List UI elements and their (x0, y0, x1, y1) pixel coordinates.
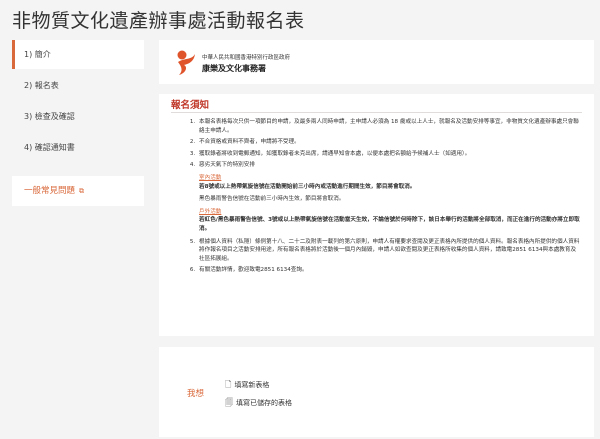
logo-department-text: 康樂及文化事務署 (202, 64, 266, 73)
divider (171, 112, 582, 113)
indoor-text-2: 黑色暴雨警告信號在活動前三小時內生效，節目將會取消。 (199, 196, 345, 203)
faq-label: 一般常見問題 (24, 186, 76, 196)
new-form-label: 填寫新表格 (234, 381, 270, 389)
list-item: 獲取錄者將收到電郵通知，如獲取錄者未克出席，請通早知會本處，以便本處把名額給予候… (197, 150, 580, 159)
outdoor-title: 戶外活動 (199, 208, 222, 215)
saved-form-label: 填寫已儲存的表格 (236, 399, 292, 407)
registration-notes: 報名須知 本報名表格每次只供一項節目的申請，及最多兩人同時申請，主申請人必須為 … (159, 94, 594, 336)
steps-sidebar: 1) 簡介 2) 報名表 3) 檢查及確認 4) 確認通知書 一般常見問題 ⧉ (12, 40, 144, 206)
notes-list: 本報名表格每次只供一項節目的申請，及最多兩人同時申請，主申請人必須為 18 歲或… (187, 118, 580, 278)
page-title: 非物質文化遺產辦事處活動報名表 (12, 10, 305, 32)
main-content: 中華人民共和國香港特別行政區政府 康樂及文化事務署 報名須知 本報名表格每次只供… (159, 40, 594, 437)
outdoor-text: 若紅色/黑色暴雨警告信號、3號或以上熱帶氣旋信號在活動當天生效，不論信號於何時除… (199, 217, 580, 232)
weather-heading: 惡劣天氣下的特別安排 (199, 162, 255, 169)
step-intro[interactable]: 1) 簡介 (12, 40, 144, 69)
notes-heading: 報名須知 (171, 100, 210, 111)
header-logo: 中華人民共和國香港特別行政區政府 康樂及文化事務署 (159, 40, 594, 84)
list-item: 有關活動詳情，歡迎致電2851 6134查詢。 (197, 266, 580, 275)
lcsd-logo-icon (177, 50, 195, 75)
step-confirmation-notice[interactable]: 4) 確認通知書 (12, 133, 144, 162)
indoor-text: 若8號或以上熱帶氣旋信號在活動開始前三小時內或活動進行期間生效，節目將會取消。 (199, 183, 416, 190)
saved-document-icon: 🗐 (225, 398, 233, 407)
action-panel: 我想 🗋 填寫新表格 🗐 填寫已儲存的表格 (159, 347, 594, 437)
new-form-link[interactable]: 🗋 填寫新表格 (225, 379, 269, 393)
list-item: 本報名表格每次只供一項節目的申請，及最多兩人同時申請，主申請人必須為 18 歲或… (197, 118, 580, 135)
faq-link[interactable]: 一般常見問題 ⧉ (12, 176, 144, 206)
external-link-icon: ⧉ (79, 187, 85, 195)
logo-government-text: 中華人民共和國香港特別行政區政府 (202, 55, 291, 61)
saved-form-link[interactable]: 🗐 填寫已儲存的表格 (225, 397, 292, 411)
list-item: 不合資格或資料不齊者，申請將不受理。 (197, 138, 580, 147)
indoor-title: 室內活動 (199, 174, 222, 181)
want-label: 我想 (187, 389, 205, 399)
document-icon: 🗋 (225, 380, 232, 389)
step-check-confirm[interactable]: 3) 檢查及確認 (12, 102, 144, 131)
list-item: 惡劣天氣下的特別安排 室內活動 若8號或以上熱帶氣旋信號在活動開始前三小時內或活… (197, 161, 580, 233)
step-registration-form[interactable]: 2) 報名表 (12, 71, 144, 100)
list-item: 根據個人資料（私隱）條例第十八、二十二及附表一載列的第六原則，申請人有權要求查閱… (197, 238, 580, 264)
